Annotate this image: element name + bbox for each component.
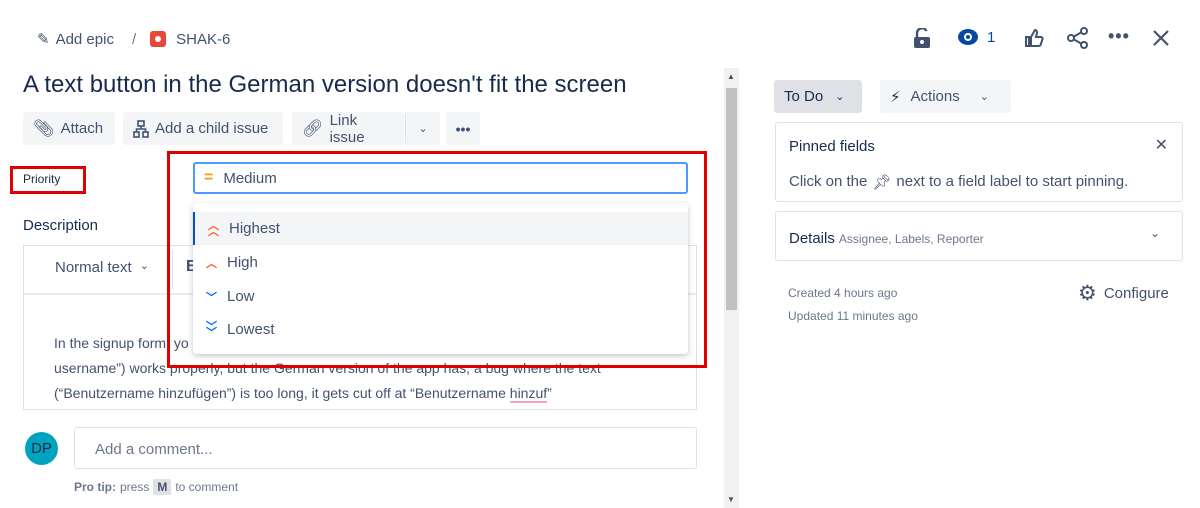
scrollbar-thumb[interactable] [726,88,737,310]
add-child-label: Add a child issue [155,120,269,137]
hierarchy-icon [133,119,149,138]
share-icon[interactable] [1067,27,1089,52]
details-subtitle: Assignee, Labels, Reporter [838,232,984,246]
priority-dropdown-highlight [167,151,707,368]
comment-input[interactable]: Add a comment... [74,427,697,469]
actions-dropdown[interactable]: ⚡︎ Actions ⌄ [880,80,1011,113]
close-icon[interactable]: ✕ [1155,135,1168,155]
pinned-fields-panel: Pinned fields ✕ Click on the 📌︎ next to a … [775,122,1183,202]
breadcrumb: ✎ Add epic / SHAK-6 [37,30,230,49]
keyboard-key: M [153,479,172,495]
more-actions-button[interactable]: ••• [446,112,480,145]
link-issue-dropdown[interactable]: ⌄ [405,112,440,145]
scrollbar[interactable]: ▲ ▼ [724,68,739,508]
chevron-down-icon: ⌄ [418,123,428,135]
chevron-down-icon: ⌄ [979,91,989,103]
add-child-issue-button[interactable]: Add a child issue [123,112,283,145]
details-title: Details [789,230,835,247]
issue-title[interactable]: A text button in the German version does… [23,71,627,99]
more-icon: ••• [455,120,471,137]
attach-label: Attach [60,120,104,137]
lock-icon[interactable] [913,27,931,48]
pin-icon: 📌︎ [872,174,892,191]
chevron-down-icon: ⌄ [139,260,149,272]
issue-key-link[interactable]: SHAK-6 [176,31,230,48]
link-issue-label: Link issue [329,111,365,146]
chevron-down-icon: ⌄ [835,91,845,103]
eye-icon [958,29,978,45]
text-style-dropdown[interactable]: Normal text ⌄ [55,259,149,276]
more-icon[interactable]: ••• [1108,26,1130,47]
configure-button[interactable]: ⚙︎ Configure [1078,281,1169,306]
watch-count: 1 [987,28,996,46]
pinned-fields-hint: Click on the 📌︎ next to a field label to s… [789,173,1129,191]
bug-icon [150,31,167,47]
link-issue-button[interactable]: 🔗︎ Link issue [292,111,404,146]
breadcrumb-separator: / [131,30,137,48]
status-dropdown[interactable]: To Do ⌄ [774,80,862,113]
attach-button[interactable]: 📎︎ Attach [23,112,115,145]
close-icon[interactable] [1151,28,1171,51]
details-panel[interactable]: Details Assignee, Labels, Reporter ⌄ [775,211,1183,261]
timestamps: Created 4 hours ago Updated 11 minutes ag… [788,286,918,323]
thumbs-up-icon[interactable] [1024,28,1044,51]
pencil-icon: ✎ [37,31,50,48]
paperclip-icon: 📎︎ [33,118,55,138]
avatar: DP [25,432,58,465]
watch-button[interactable]: 1 [957,28,995,46]
scroll-down-icon[interactable]: ▼ [727,495,735,504]
priority-label: Priority [23,172,61,186]
pro-tip: Pro tip: press Mto comment [74,479,239,495]
pinned-fields-title: Pinned fields [789,138,875,155]
lightning-icon: ⚡︎ [890,88,901,106]
gear-icon: ⚙︎ [1078,282,1097,305]
add-epic-link[interactable]: Add epic [56,31,114,48]
scroll-up-icon[interactable]: ▲ [727,72,735,81]
description-label: Description [23,217,99,234]
chevron-down-icon[interactable]: ⌄ [1150,226,1160,240]
link-icon: 🔗︎ [302,118,324,138]
